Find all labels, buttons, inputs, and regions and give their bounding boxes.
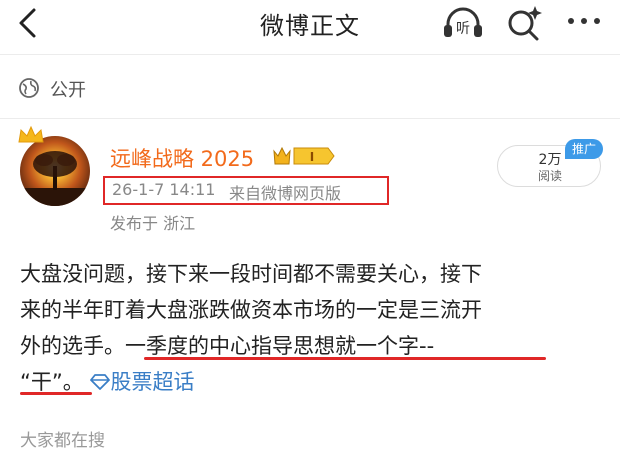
post-text-line-1: 大盘没问题，接下来一段时间都不需要关心，接下 [20, 262, 482, 286]
post-source: 来自微博网页版 [229, 184, 342, 203]
post-meta-highlight-box: 26-1-7 14:11 来自微博网页版 [103, 176, 389, 205]
avatar-sunset-tree-image [20, 136, 90, 206]
highlight-underline-1 [144, 357, 546, 360]
listen-label: 听 [456, 21, 470, 37]
author-name[interactable]: 远峰战略 2025 [110, 143, 254, 173]
level-badge-label: I [310, 150, 314, 164]
post-text-quote: “干”。 [20, 370, 84, 394]
top-nav-bar: 微博正文 听 [0, 0, 620, 48]
post-text-line-3-start: 外的选手。 [20, 334, 125, 358]
search-sparkle-icon[interactable] [504, 4, 544, 44]
globe-icon [19, 78, 39, 98]
crown-icon [18, 125, 44, 143]
post-text-line-2: 来的半年盯着大盘涨跌做资本市场的一定是三流开 [20, 298, 482, 322]
section-divider [0, 118, 620, 119]
vip-badge-icon: I [273, 146, 335, 165]
post-location: 发布于 浙江 [110, 214, 196, 233]
topic-label: 股票超话 [110, 370, 195, 394]
diamond-topic-icon [90, 374, 111, 390]
topic-link[interactable]: 股票超话 [90, 370, 194, 394]
post-text-line-3: 外的选手。一季度的中心指导思想就一个字-- [20, 330, 610, 360]
more-options-icon[interactable] [564, 18, 604, 28]
post-text-highlighted: 一季度的中心指导思想就一个字-- [125, 334, 435, 358]
visibility-label: 公开 [50, 80, 86, 101]
post-time: 26-1-7 14:11 [112, 180, 216, 199]
listen-headphones-icon[interactable]: 听 [442, 4, 484, 42]
highlight-underline-2 [20, 392, 92, 395]
post-text-line-4: “干”。 股票超话 [20, 366, 610, 396]
avatar[interactable] [20, 136, 90, 206]
read-label: 阅读 [537, 169, 562, 183]
promote-badge[interactable]: 推广 [565, 139, 603, 159]
related-searches-label: 大家都在搜 [20, 431, 105, 451]
header-divider [0, 54, 620, 55]
